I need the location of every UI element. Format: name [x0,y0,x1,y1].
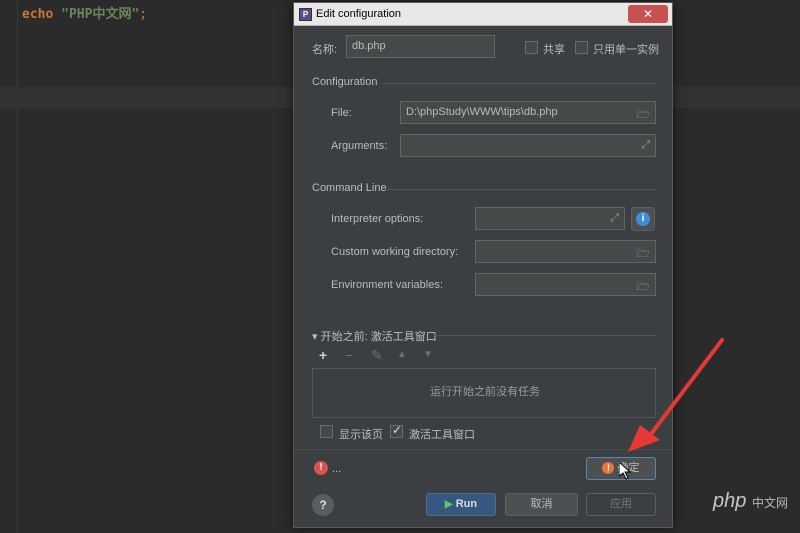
expand-icon[interactable]: ⤢ [641,139,650,152]
command-line-section-title: Command Line [312,182,387,194]
arguments-label: Arguments: [331,140,388,152]
folder-icon[interactable]: 🗁 [636,278,650,297]
edit-configuration-dialog: P Edit configuration ✕ 名称: db.php 共享 只用单… [293,2,673,528]
watermark-logo: php 中文网 [713,490,788,512]
gutter-divider [17,0,18,533]
run-icon: ▶ [444,499,453,510]
error-text[interactable]: ... [332,463,341,475]
share-checkbox[interactable] [525,41,538,54]
remove-task-icon[interactable]: − [345,347,353,363]
info-button[interactable]: i [631,207,655,231]
run-button[interactable]: ▶ Run [426,493,496,516]
apply-button[interactable]: 应用 [586,493,656,516]
info-icon: i [636,212,650,226]
run-label: Run [455,498,478,510]
show-page-label: 显示该页 [339,429,383,441]
activate-tool-window-label: 激活工具窗口 [409,429,475,441]
interpreter-options-label: Interpreter options: [331,213,424,225]
footer-divider [294,449,672,450]
single-instance-label: 只用单一实例 [593,44,659,56]
close-button[interactable]: ✕ [628,5,668,23]
file-label: File: [331,107,352,119]
code-line-1[interactable]: echo "PHP中文网"; [22,3,147,22]
share-label: 共享 [543,44,565,56]
folder-icon[interactable]: 🗁 [636,106,650,125]
code-semicolon: ; [139,7,148,22]
edit-task-icon[interactable]: ✎ [371,347,383,364]
file-path-input[interactable]: D:\phpStudy\WWW\tips\db.php 🗁 [400,101,656,124]
expand-icon[interactable]: ⤢ [610,212,619,225]
dialog-title: Edit configuration [316,8,401,20]
show-page-checkbox[interactable] [320,425,333,438]
before-launch-task-list[interactable]: 运行开始之前没有任务 [312,368,656,418]
name-input[interactable]: db.php [346,35,495,58]
folder-icon[interactable]: 🗁 [636,245,650,264]
code-keyword: echo [22,7,54,22]
activate-tool-window-checkbox[interactable] [390,423,403,438]
tasks-empty-text: 运行开始之前没有任务 [430,386,540,398]
mouse-cursor-icon [619,462,631,480]
move-up-icon[interactable]: ▲ [397,349,407,360]
section-divider [386,189,656,190]
environment-variables-input[interactable]: 🗁 [475,273,656,296]
working-directory-input[interactable]: 🗁 [475,240,656,263]
environment-variables-label: Environment variables: [331,279,443,291]
code-string: "PHP中文网" [61,7,140,22]
section-divider [382,83,656,84]
interpreter-options-input[interactable]: ⤢ [475,207,625,230]
arguments-input[interactable]: ⤢ [400,134,656,157]
name-label: 名称: [312,44,338,56]
file-path-value: D:\phpStudy\WWW\tips\db.php [406,106,558,118]
configuration-section-title: Configuration [312,76,378,88]
move-down-icon[interactable]: ▼ [423,349,433,360]
add-task-icon[interactable]: + [319,347,327,363]
single-instance-checkbox[interactable] [575,41,588,54]
phpstorm-app-icon: P [299,8,312,21]
warning-icon: ! [602,462,615,475]
cancel-button[interactable]: 取消 [505,493,578,516]
section-divider [434,335,656,336]
dialog-titlebar[interactable]: P Edit configuration ✕ [294,3,672,26]
error-icon[interactable]: ! [314,461,328,475]
before-launch-section-title[interactable]: ▾ 开始之前: 激活工具窗口 [312,328,437,344]
help-button[interactable]: ? [312,494,334,516]
working-directory-label: Custom working directory: [331,246,459,258]
